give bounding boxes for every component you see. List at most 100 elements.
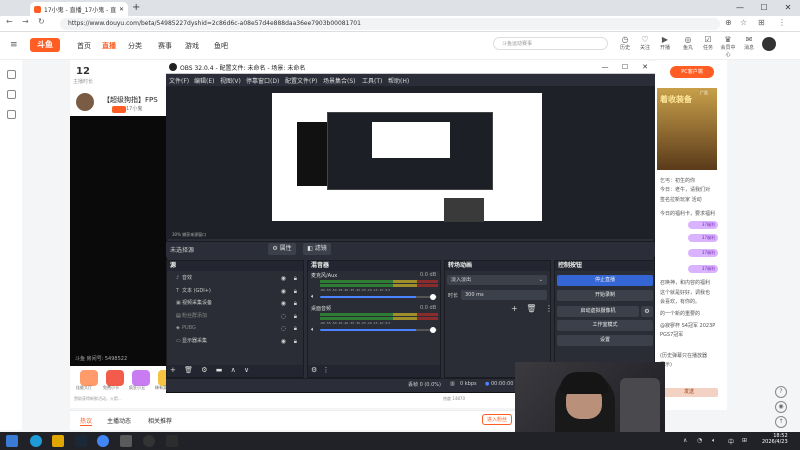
menu-file[interactable]: 文件(F) [169,76,189,85]
url-field[interactable]: https://www.douyu.com/beta/54985227dyshi… [60,18,720,30]
app-icon[interactable] [120,435,132,447]
rail-follow-icon[interactable] [7,90,16,99]
settings-button[interactable]: 设置 [557,335,653,346]
translate-icon[interactable]: ⊕ [725,18,732,27]
virtual-camera-settings-icon[interactable]: ⚙ [641,306,653,317]
reload-icon[interactable]: ↻ [38,17,45,26]
nav-category[interactable]: 分类 [128,41,142,51]
volume-slider[interactable] [320,329,437,331]
start-virtual-camera-button[interactable]: 启动虚拟摄像机 [557,306,639,317]
trash-icon[interactable]: 🗑︎ [184,366,193,374]
source-item[interactable]: ◈ PUBG ◌ 🔒︎ [170,323,300,334]
eye-icon[interactable]: ◉ [281,298,286,309]
add-icon[interactable]: + [170,366,176,374]
volume-tray-icon[interactable]: 🔈︎ [712,437,716,445]
filters-button[interactable]: ◧ 滤镜 [303,243,331,255]
obs-minimize-button[interactable]: — [595,61,615,74]
lock-icon[interactable]: 🔒︎ [294,298,297,309]
lock-icon[interactable]: 🔒︎ [294,273,297,284]
start-recording-button[interactable]: 开始录制 [557,290,653,301]
obs-taskbar-icon[interactable] [143,435,155,447]
eye-icon[interactable]: ◌ [281,323,286,334]
volume-slider[interactable] [320,296,437,298]
forward-icon[interactable]: → [22,17,29,26]
source-item[interactable]: ▤粉丝群添加 ◌ 🔒︎ [170,311,300,322]
chat-send-button[interactable]: 发送 [660,388,718,397]
maximize-button[interactable]: ☐ [752,0,776,16]
eye-icon[interactable]: ◉ [281,273,286,284]
menu-scene-collection[interactable]: 场景集合(S) [323,76,356,85]
add-icon[interactable]: + [511,304,518,313]
transition-select[interactable]: 淡入淡出 ⌄ [447,275,547,285]
level-icon[interactable]: ◎ 鱼丸 [679,35,697,51]
enter-fans-button[interactable]: 进入粉丝 [482,414,512,425]
bookmark-star-icon[interactable]: ☆ [740,18,747,27]
menu-tools[interactable]: 工具(T) [362,76,382,85]
obs-maximize-button[interactable]: ☐ [615,61,635,74]
source-item[interactable]: ▣视频采集设备 ◉ 🔒︎ [170,298,300,309]
properties-button[interactable]: ⚙ 属性 [268,243,296,255]
volume-slider-knob[interactable] [430,327,436,333]
gift-3-icon[interactable] [132,370,150,386]
source-item[interactable]: T 文本 (GDI+) ◉ 🔒︎ [170,286,300,297]
tray-arrow-icon[interactable]: ∧ [683,437,687,444]
eye-icon[interactable]: ◉ [281,286,286,297]
gear-icon[interactable]: ⚙ [201,366,207,374]
edge-icon[interactable] [30,435,42,447]
down-icon[interactable]: ∨ [244,366,249,374]
tab-hot[interactable]: 热议 [80,416,93,426]
chrome-icon[interactable] [97,435,109,447]
speaker-icon[interactable]: 🔈︎ [311,326,315,334]
lock-icon[interactable]: 🔒︎ [294,311,297,322]
more-icon[interactable]: ⋮ [545,304,553,313]
menu-view[interactable]: 视图(V) [220,76,241,85]
feedback-icon[interactable]: ◉ [775,401,787,413]
nav-games[interactable]: 游戏 [185,41,199,51]
extensions-icon[interactable]: ⊞ [758,18,765,27]
back-to-top-icon[interactable]: ↑ [775,416,787,428]
task-icon[interactable]: ☑ 任务 [699,35,717,51]
lock-icon[interactable]: 🔒︎ [294,336,297,347]
live-icon[interactable]: ▶ 开播 [656,35,674,51]
menu-profile[interactable]: 配置文件(P) [285,76,317,85]
start-icon[interactable] [6,435,18,447]
eye-icon[interactable]: ◌ [281,311,286,322]
obs-close-button[interactable]: ✕ [635,61,655,74]
trash-icon[interactable]: 🗑︎ [526,304,536,313]
clock[interactable]: 18:52 2026/4/23 [762,433,788,445]
lock-icon[interactable]: 🔒︎ [294,323,297,334]
volume-slider-knob[interactable] [430,294,436,300]
history-icon[interactable]: ◷ 历史 [616,35,634,51]
nav-events[interactable]: 赛事 [158,41,172,51]
stop-streaming-button[interactable]: 停止直播 [557,275,653,286]
nav-fishbar[interactable]: 鱼吧 [214,41,228,51]
speaker-icon[interactable]: 🔈︎ [311,293,315,301]
tab-streamer-posts[interactable]: 主播动态 [107,416,131,425]
explorer-icon[interactable] [52,435,64,447]
window-icon[interactable] [166,435,178,447]
ime-icon[interactable]: ⊞ [742,437,747,444]
streamer-avatar[interactable] [76,93,94,111]
message-icon[interactable]: ✉ 消息 [740,35,758,51]
rail-home-icon[interactable] [7,70,16,79]
up-icon[interactable]: ∧ [231,366,236,374]
new-tab-button[interactable]: + [132,2,140,13]
menu-help[interactable]: 帮助(H) [388,76,409,85]
input-language[interactable]: 中 [728,437,734,446]
gift-2-icon[interactable] [106,370,124,386]
studio-mode-button[interactable]: 工作室模式 [557,320,653,331]
menu-icon[interactable]: ▬ [216,366,223,374]
user-avatar[interactable] [762,37,776,51]
duration-input[interactable]: 300 ms [461,290,547,300]
more-icon[interactable]: ⋮ [323,366,330,374]
rail-category-icon[interactable] [7,110,16,119]
nav-home[interactable]: 首页 [77,41,91,51]
douyu-logo[interactable]: 斗鱼 [30,38,60,52]
vip-icon[interactable]: ♛ 会员中心 [719,35,737,58]
back-icon[interactable]: ← [6,17,13,26]
menu-icon[interactable]: ≡ [10,40,18,50]
menu-docks[interactable]: 停靠窗口(D) [246,76,279,85]
steam-icon[interactable] [75,435,87,447]
minimize-button[interactable]: — [728,0,752,16]
douyu-search-input[interactable]: 斗鱼运动赛事 [493,37,608,50]
